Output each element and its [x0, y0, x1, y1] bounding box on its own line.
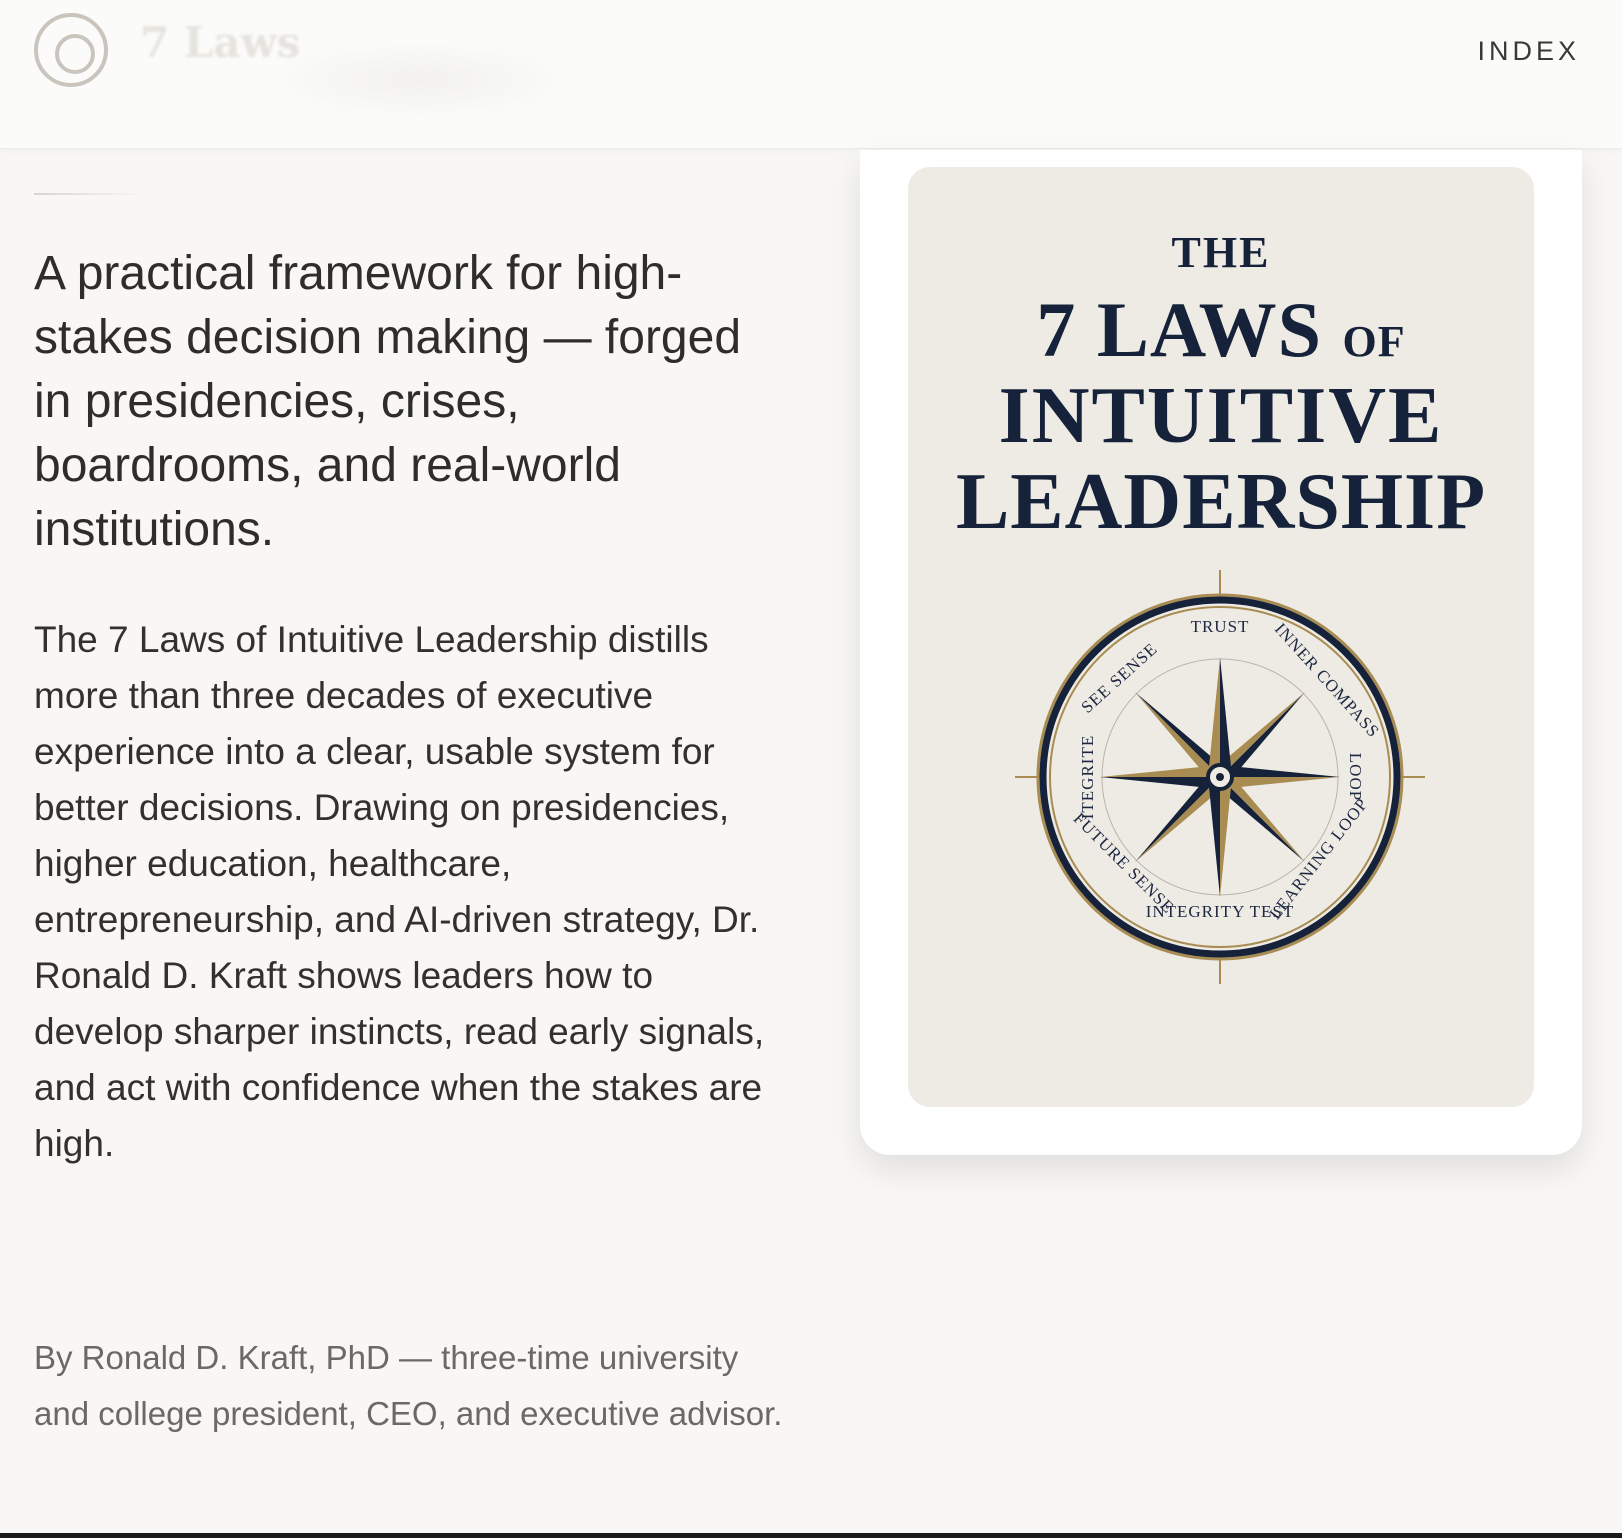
- hero-description: The 7 Laws of Intuitive Leadership disti…: [34, 619, 765, 1164]
- logo-inner-ring: [55, 34, 95, 74]
- cover-title-laws: 7 LAWS OF: [908, 285, 1534, 375]
- compass-rose-icon: TRUST SEE SENSE INNER COMPASS LOOP LEARN…: [1015, 570, 1425, 984]
- compass-label-loop: LOOP: [1346, 753, 1365, 801]
- site-header: 7 Laws INDEX: [0, 0, 1622, 149]
- compass-center-dot: [1216, 773, 1224, 781]
- header-blur-decoration: [260, 40, 580, 120]
- logo-circle-icon[interactable]: [34, 13, 108, 87]
- nav-index-link[interactable]: INDEX: [1477, 36, 1580, 67]
- book-cover: THE 7 LAWS OF INTUITIVE LEADERSHIP TRUST…: [908, 167, 1534, 1107]
- section-divider: [34, 193, 144, 195]
- cover-title-of: OF: [1342, 317, 1406, 366]
- compass-label-trust: TRUST: [1191, 617, 1250, 636]
- book-card: THE 7 LAWS OF INTUITIVE LEADERSHIP TRUST…: [860, 150, 1582, 1155]
- compass-label-itegrite: ITEGRITE: [1078, 735, 1097, 819]
- author-byline: By Ronald D. Kraft, PhD — three-time uni…: [34, 1339, 783, 1432]
- cover-title-leadership: LEADERSHIP: [955, 458, 1487, 546]
- cover-title-intuitive: INTUITIVE: [998, 372, 1444, 460]
- cover-title-laws-text: 7 LAWS: [1036, 286, 1322, 373]
- hero-lead: A practical framework for high-stakes de…: [34, 247, 742, 556]
- bottom-edge-bar: [0, 1533, 1622, 1538]
- cover-title-the: THE: [1171, 228, 1271, 277]
